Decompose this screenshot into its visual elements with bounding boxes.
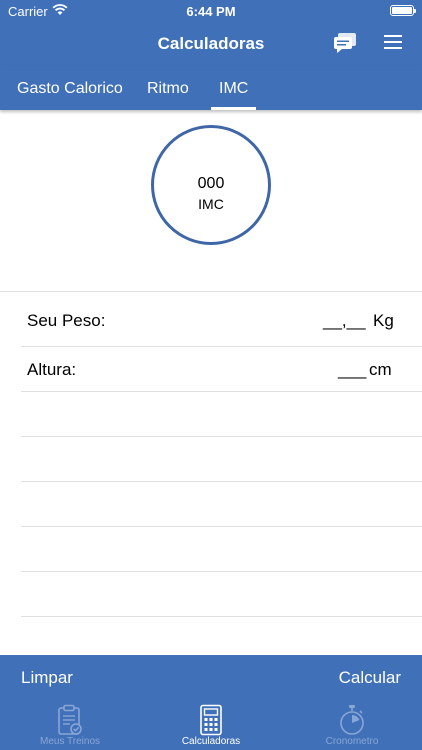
tabbar-item-cronometro[interactable]: Cronometro xyxy=(282,699,422,750)
height-label: Altura: xyxy=(27,360,77,379)
divider xyxy=(21,526,422,527)
page-title: Calculadoras xyxy=(157,34,265,53)
divider xyxy=(21,616,422,617)
divider xyxy=(21,436,422,437)
weight-label: Seu Peso: xyxy=(27,311,106,330)
divider xyxy=(0,291,422,292)
tab-imc[interactable]: IMC xyxy=(219,80,248,98)
imc-gauge: 000 IMC xyxy=(151,125,271,245)
tab-ritmo[interactable]: Ritmo xyxy=(147,80,189,98)
tabbar-item-meus-treinos[interactable]: Meus Treinos xyxy=(0,699,140,750)
divider xyxy=(21,481,422,482)
divider xyxy=(21,346,422,347)
selected-tab-indicator xyxy=(211,107,256,110)
tabbar-item-calculadoras[interactable]: Calculadoras xyxy=(141,699,281,750)
bottom-tab-bar: Meus Treinos Calculadoras Cronometro xyxy=(0,699,422,750)
calculate-button[interactable]: Calcular xyxy=(339,668,401,688)
stopwatch-icon xyxy=(340,705,364,735)
height-unit: cm xyxy=(369,360,392,379)
chat-icon[interactable] xyxy=(333,32,357,54)
tabbar-label: Cronometro xyxy=(325,736,379,747)
tabbar-label: Meus Treinos xyxy=(39,736,101,747)
weight-unit: Kg xyxy=(373,311,394,330)
clipboard-check-icon xyxy=(58,704,82,735)
divider xyxy=(21,391,422,392)
status-bar: Carrier 6:44 PM xyxy=(0,0,422,22)
calculator-icon xyxy=(200,704,222,736)
battery-icon xyxy=(390,5,416,16)
nav-bar: Calculadoras xyxy=(0,22,422,66)
weight-input[interactable]: __,__ xyxy=(323,311,366,331)
height-input[interactable]: ___ xyxy=(338,360,366,380)
imc-label: IMC xyxy=(198,196,224,212)
menu-icon[interactable] xyxy=(384,34,402,50)
divider xyxy=(21,571,422,572)
tabbar-label: Calculadoras xyxy=(181,736,241,747)
tab-gasto-calorico[interactable]: Gasto Calorico xyxy=(17,80,123,98)
clear-button[interactable]: Limpar xyxy=(21,668,73,688)
imc-value: 000 xyxy=(197,175,225,192)
calculator-tabs: Gasto Calorico Ritmo IMC xyxy=(0,66,422,110)
clock: 6:44 PM xyxy=(186,4,236,19)
action-bar: Limpar Calcular xyxy=(0,655,422,699)
